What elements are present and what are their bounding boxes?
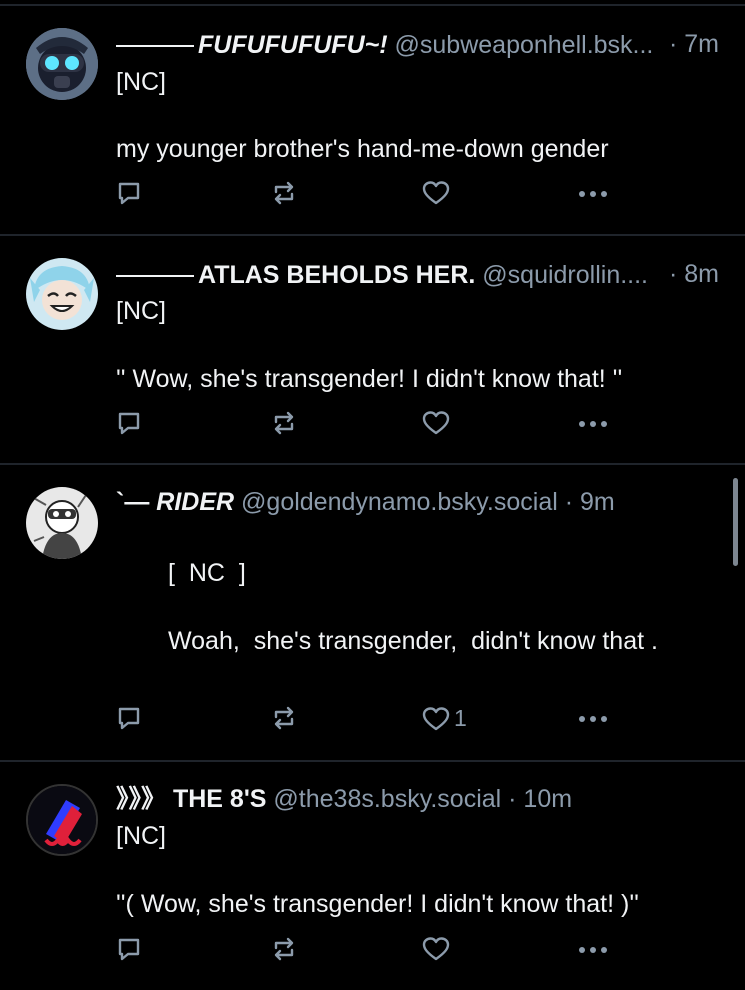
- reply-icon: [118, 938, 140, 961]
- avatar[interactable]: [26, 28, 98, 100]
- post[interactable]: FUFUFUFUFU~! @subweaponhell.bsk... · 7m …: [0, 6, 745, 234]
- post-header: ATLAS BEHOLDS HER. @squidrollin....: [116, 260, 723, 290]
- more-button[interactable]: [578, 946, 608, 954]
- post-text-line: [NC]: [116, 822, 166, 850]
- post-text-line: Woah, she's transgender, didn't know tha…: [168, 627, 658, 655]
- handle[interactable]: @subweaponhell.bsk...: [395, 31, 654, 59]
- repost-icon: [274, 706, 294, 730]
- like-button[interactable]: [422, 936, 454, 962]
- like-button[interactable]: 1: [422, 705, 467, 732]
- avatar[interactable]: [26, 487, 98, 559]
- post-header: `— RIDER @goldendynamo.bsky.social · 9m: [116, 487, 723, 517]
- like-button[interactable]: [422, 410, 454, 436]
- post-text-line: ''( Wow, she's transgender! I didn't kno…: [116, 890, 639, 918]
- avatar[interactable]: [26, 258, 98, 330]
- repost-button[interactable]: [270, 705, 298, 731]
- handle[interactable]: @squidrollin....: [482, 261, 648, 289]
- like-icon: [422, 181, 450, 205]
- like-count: 1: [454, 705, 467, 731]
- handle[interactable]: @the38s.bsky.social: [273, 785, 501, 813]
- post-header: 》》》 THE 8'S @the38s.bsky.social · 10m: [116, 784, 723, 814]
- more-button[interactable]: [578, 190, 608, 198]
- post[interactable]: 》》》 THE 8'S @the38s.bsky.social · 10m [N…: [0, 762, 745, 990]
- handle[interactable]: @goldendynamo.bsky.social: [241, 488, 558, 516]
- scrollbar[interactable]: [733, 478, 738, 566]
- post-header: FUFUFUFUFU~! @subweaponhell.bsk...: [116, 30, 723, 60]
- feed: FUFUFUFUFU~! @subweaponhell.bsk... · 7m …: [0, 0, 745, 990]
- name-prefix: `—: [116, 488, 150, 516]
- display-name[interactable]: RIDER: [156, 488, 234, 516]
- timestamp[interactable]: · 9m: [565, 488, 615, 516]
- like-icon: [422, 937, 450, 961]
- post-text-line: [ NC ]: [168, 559, 246, 587]
- repost-icon: [274, 181, 294, 205]
- reply-button[interactable]: [116, 705, 142, 731]
- reply-button[interactable]: [116, 410, 142, 436]
- repost-button[interactable]: [270, 180, 298, 206]
- timestamp[interactable]: · 8m: [669, 260, 719, 289]
- post-actions: [0, 410, 745, 442]
- post-text-line: [NC]: [116, 68, 166, 96]
- like-icon: [422, 706, 450, 730]
- post-actions: [0, 180, 745, 212]
- more-icon: [579, 191, 607, 197]
- reply-icon: [118, 412, 140, 435]
- post[interactable]: ATLAS BEHOLDS HER. @squidrollin.... · 8m…: [0, 236, 745, 463]
- more-icon: [579, 421, 607, 427]
- display-name[interactable]: THE 8'S: [173, 785, 266, 813]
- more-icon: [579, 716, 607, 722]
- post[interactable]: `— RIDER @goldendynamo.bsky.social · 9m …: [0, 465, 745, 760]
- repost-button[interactable]: [270, 936, 298, 962]
- like-button[interactable]: [422, 180, 454, 206]
- repost-button[interactable]: [270, 410, 298, 436]
- avatar[interactable]: [26, 784, 98, 856]
- display-name[interactable]: ATLAS BEHOLDS HER.: [198, 261, 475, 289]
- repost-icon: [274, 411, 294, 435]
- timestamp[interactable]: · 7m: [669, 30, 719, 59]
- post-text-line: my younger brother's hand-me-down gender: [116, 135, 609, 163]
- more-icon: [579, 947, 607, 953]
- reply-icon: [118, 707, 140, 730]
- reply-button[interactable]: [116, 180, 142, 206]
- repost-icon: [274, 937, 294, 961]
- post-text-line: '' Wow, she's transgender! I didn't know…: [116, 365, 623, 393]
- post-text-line: [NC]: [116, 297, 166, 325]
- like-icon: [422, 411, 450, 435]
- dash-decoration: [116, 275, 194, 278]
- reply-icon: [118, 182, 140, 205]
- name-prefix: 》》》: [116, 785, 167, 813]
- more-button[interactable]: [578, 420, 608, 428]
- post-actions: 1: [0, 705, 745, 737]
- post-actions: [0, 936, 745, 968]
- dash-decoration: [116, 45, 194, 48]
- reply-button[interactable]: [116, 936, 142, 962]
- timestamp[interactable]: · 10m: [508, 785, 572, 813]
- display-name[interactable]: FUFUFUFUFU~!: [198, 31, 388, 59]
- more-button[interactable]: [578, 715, 608, 723]
